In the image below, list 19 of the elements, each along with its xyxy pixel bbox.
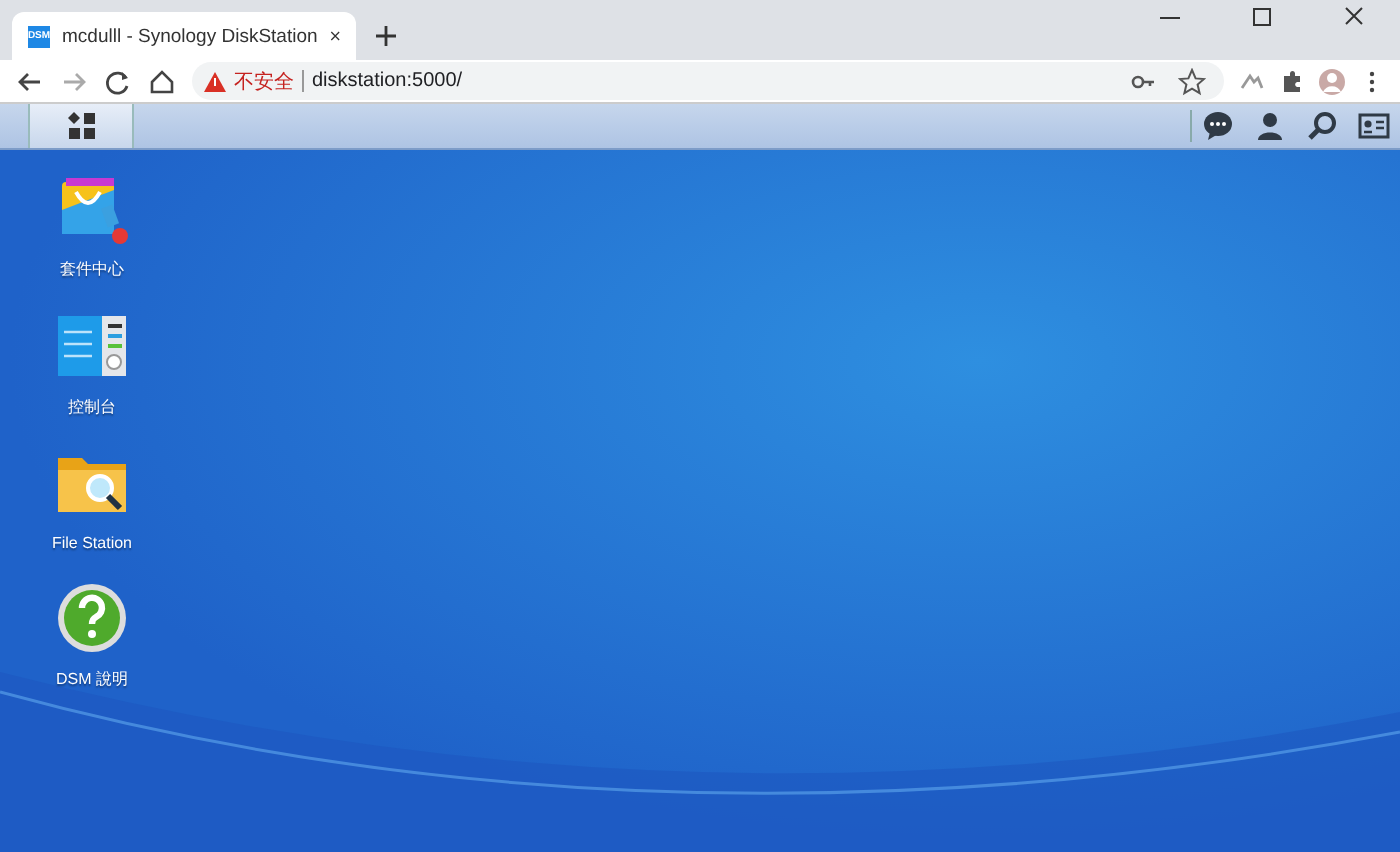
- security-label: 不安全: [234, 69, 294, 95]
- help-icon[interactable]: [54, 580, 130, 656]
- warning-icon: [204, 71, 226, 91]
- search-icon[interactable]: [1306, 110, 1338, 142]
- main-menu-button[interactable]: [28, 104, 134, 148]
- id-card-icon[interactable]: [1358, 110, 1390, 142]
- icon-label[interactable]: File Station: [51, 534, 133, 552]
- user-icon[interactable]: [1254, 110, 1286, 142]
- star-icon[interactable]: [1178, 67, 1206, 95]
- address-bar[interactable]: 不安全 diskstation:5000/: [192, 62, 1224, 100]
- puzzle-icon[interactable]: [1278, 67, 1306, 95]
- new-tab-icon[interactable]: [376, 26, 396, 46]
- icon-label[interactable]: DSM 說明: [56, 668, 128, 690]
- icon-label[interactable]: 控制台: [68, 396, 116, 418]
- chat-bubble-icon[interactable]: [1202, 110, 1234, 142]
- close-icon[interactable]: [329, 28, 340, 44]
- icon-label[interactable]: 套件中心: [60, 258, 124, 280]
- grid-icon: [67, 112, 95, 140]
- url-text: diskstation:5000/: [312, 70, 465, 92]
